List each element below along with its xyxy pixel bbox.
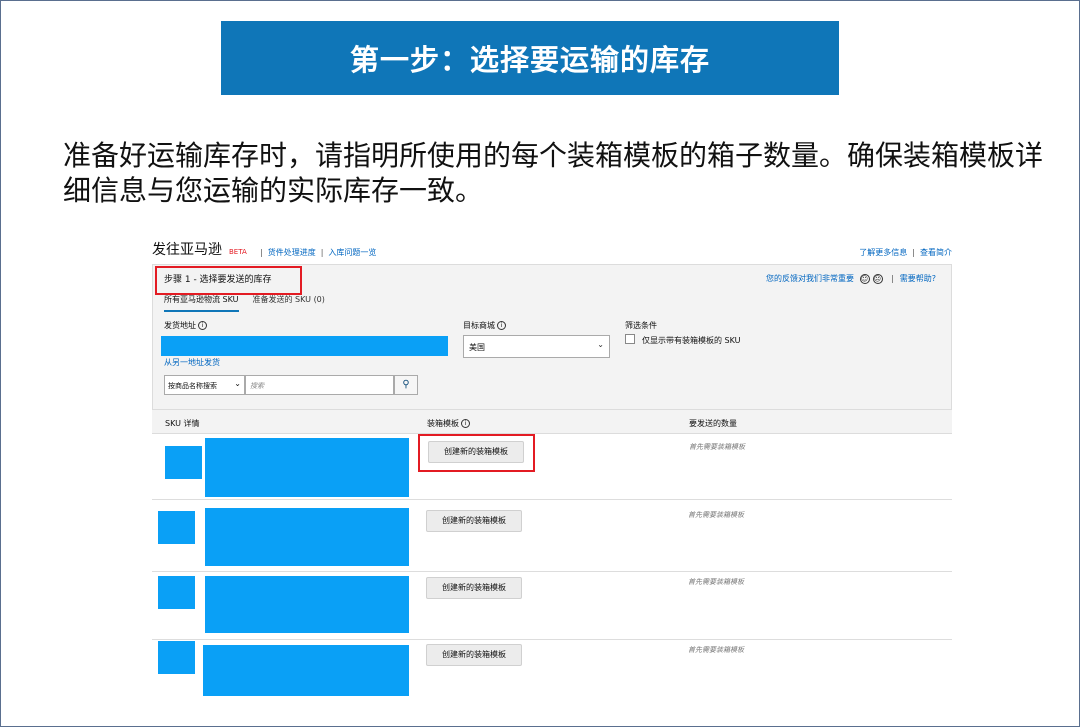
highlight-create-button <box>418 434 535 472</box>
col-sku-details: SKU 详情 <box>165 419 200 428</box>
nav-link-inbound-issues[interactable]: 入库问题一览 <box>328 248 376 257</box>
col-quantity: 要发送的数量 <box>689 419 737 428</box>
tab-all-fba-sku[interactable]: 所有亚马逊物流 SKU <box>164 294 239 312</box>
filter-label: 筛选条件 <box>625 321 657 330</box>
learn-more-link[interactable]: 了解更多信息 <box>859 248 907 257</box>
redacted-address <box>161 336 448 356</box>
highlight-step-title <box>155 266 302 295</box>
slide-intro-text: 准备好运输库存时，请指明所使用的每个装箱模板的箱子数量。确保装箱模板详细信息与您… <box>63 139 1044 207</box>
filter-checkbox[interactable] <box>625 334 635 344</box>
product-image-redacted <box>158 576 195 609</box>
info-icon[interactable]: i <box>461 419 470 428</box>
search-input[interactable]: 搜索 <box>245 375 394 395</box>
chevron-down-icon: ⌄ <box>597 340 604 349</box>
sad-face-icon[interactable]: ☹ <box>872 274 883 284</box>
create-box-template-button[interactable]: 创建新的装箱模板 <box>426 577 522 599</box>
qty-note: 首先需要装箱模板 <box>688 646 744 654</box>
chevron-down-icon: ⌄ <box>234 379 241 388</box>
qty-note: 首先需要装箱模板 <box>688 578 744 586</box>
product-image-redacted <box>158 641 195 674</box>
ship-from-label: 发货地址 i <box>164 320 207 331</box>
beta-badge: BETA <box>229 248 247 256</box>
sku-details-redacted <box>205 438 409 497</box>
create-box-template-button[interactable]: 创建新的装箱模板 <box>426 510 522 532</box>
sku-details-redacted <box>205 576 409 633</box>
product-image-redacted <box>165 446 202 479</box>
tab-ready-sku[interactable]: 准备发送的 SKU (0) <box>253 294 325 310</box>
nav-link-shipment-progress[interactable]: 货件处理进度 <box>268 248 316 257</box>
search-button[interactable]: ⚲ <box>394 375 418 395</box>
help-link[interactable]: 需要帮助? <box>900 274 936 283</box>
marketplace-label: 目标商城 i <box>463 320 506 331</box>
view-intro-link[interactable]: 查看简介 <box>920 248 952 257</box>
search-icon: ⚲ <box>402 379 410 390</box>
smile-face-icon[interactable]: ☺ <box>859 274 870 284</box>
qty-note: 首先需要装箱模板 <box>689 443 745 451</box>
marketplace-select[interactable]: 美国 ⌄ <box>463 335 610 358</box>
ship-from-other-link[interactable]: 从另一地址发货 <box>164 357 220 368</box>
col-box-template: 装箱模板 i <box>427 418 470 429</box>
top-nav-links: | 货件处理进度 | 入库问题一览 <box>260 248 377 257</box>
create-box-template-button[interactable]: 创建新的装箱模板 <box>426 644 522 666</box>
feedback-link[interactable]: 您的反馈对我们非常重要 <box>766 274 854 283</box>
qty-note: 首先需要装箱模板 <box>688 511 744 519</box>
top-nav-right: 了解更多信息 | 查看简介 <box>859 248 952 257</box>
feedback-area: 您的反馈对我们非常重要 ☺ ☹ | 需要帮助? <box>765 274 936 284</box>
product-image-redacted <box>158 511 195 544</box>
sku-details-redacted <box>205 508 409 566</box>
filter-option-label: 仅显示带有装箱模板的 SKU <box>642 336 741 345</box>
app-brand: 发往亚马逊 <box>152 242 222 258</box>
info-icon[interactable]: i <box>198 321 207 330</box>
amazon-screenshot: 发往亚马逊 BETA | 货件处理进度 | 入库问题一览 了解更多信息 | 查看简介 步骤… <box>150 236 954 701</box>
table-header <box>152 410 952 434</box>
sku-tabs: 所有亚马逊物流 SKU 准备发送的 SKU (0) <box>164 294 339 312</box>
slide-banner-title: 第一步：选择要运输的库存 <box>221 21 839 95</box>
info-icon[interactable]: i <box>497 321 506 330</box>
sku-details-redacted <box>203 645 409 696</box>
search-by-select[interactable]: 按商品名称搜索 ⌄ <box>164 375 245 395</box>
